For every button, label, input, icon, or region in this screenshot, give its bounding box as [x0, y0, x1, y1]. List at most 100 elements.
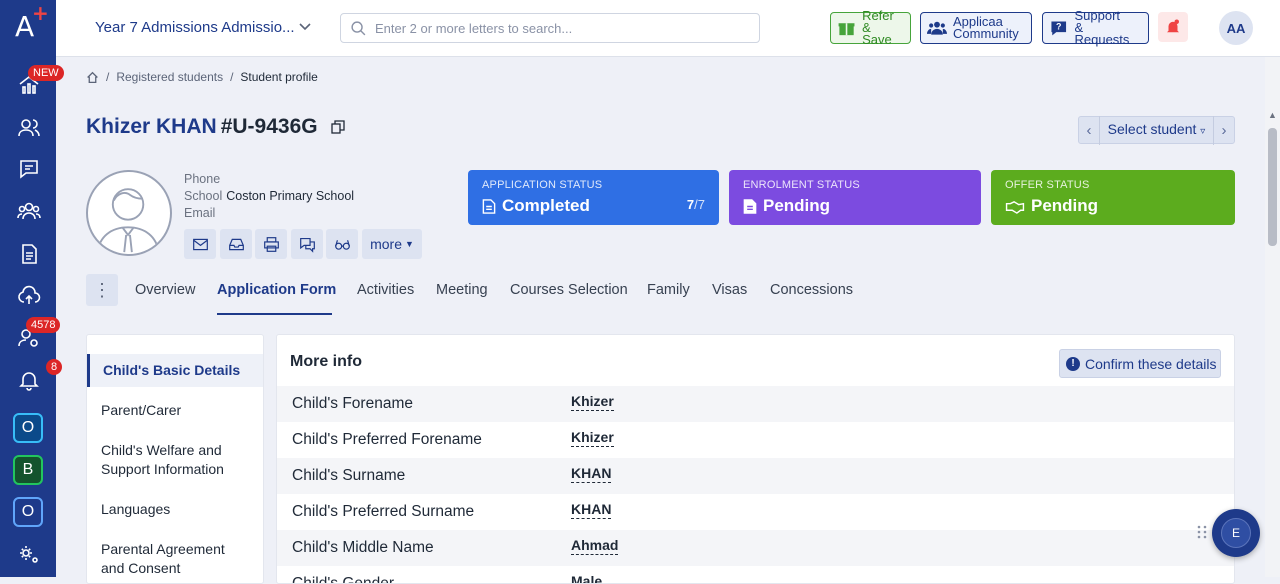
- support-button[interactable]: ? Support & Requests: [1042, 9, 1149, 46]
- tab-application-form[interactable]: Application Form: [217, 282, 336, 298]
- email-button[interactable]: [184, 229, 216, 259]
- application-progress-count: 7/7: [686, 197, 705, 212]
- document-icon: [743, 198, 757, 214]
- table-row: Child's Surname KHAN: [277, 458, 1234, 494]
- envelope-icon: [192, 238, 208, 250]
- community-icon: [927, 21, 947, 35]
- app-o2-icon[interactable]: O: [13, 497, 43, 527]
- tab-overview[interactable]: Overview: [135, 282, 195, 298]
- document-icon: [482, 198, 496, 214]
- tab-concessions[interactable]: Concessions: [770, 282, 853, 298]
- breadcrumb-registered-students[interactable]: Registered students: [116, 70, 223, 84]
- tab-meeting[interactable]: Meeting: [436, 282, 488, 298]
- section-welfare-support[interactable]: Child's Welfare and Support Information: [101, 441, 251, 479]
- drag-handle-icon[interactable]: [1196, 524, 1208, 540]
- tab-courses-selection[interactable]: Courses Selection: [510, 282, 628, 298]
- table-row: Child's Preferred Forename Khizer: [292, 429, 614, 448]
- chat-icon: [299, 237, 315, 253]
- printer-icon: [263, 236, 279, 252]
- tab-activities[interactable]: Activities: [357, 282, 414, 298]
- groups-icon[interactable]: [14, 196, 44, 226]
- confirm-details-button[interactable]: ! Confirm these details: [1059, 349, 1221, 378]
- app-o-icon[interactable]: O: [13, 413, 43, 443]
- select-student-dropdown[interactable]: Select student ▿: [1099, 115, 1214, 145]
- question-chat-icon: ?: [1051, 21, 1067, 36]
- school-value: Coston Primary School: [226, 189, 355, 203]
- caret-down-icon: ▼: [404, 239, 414, 249]
- offer-status-value: Pending: [1031, 196, 1099, 215]
- inbox-icon: [228, 238, 244, 250]
- search-icon: [351, 21, 366, 36]
- student-id: #U-9436G: [220, 115, 318, 138]
- messages-icon[interactable]: [14, 154, 44, 184]
- offer-status-card[interactable]: OFFER STATUS Pending: [991, 170, 1235, 225]
- student-navigator: ‹ Select student ▿ ›: [1078, 115, 1235, 145]
- app-b-icon[interactable]: B: [13, 455, 43, 485]
- breadcrumb: / Registered students / Student profile: [86, 70, 318, 84]
- section-languages[interactable]: Languages: [101, 500, 251, 519]
- email-label: Email: [184, 206, 216, 220]
- settings-icon[interactable]: [14, 540, 44, 570]
- document-icon[interactable]: [14, 239, 44, 269]
- enrolment-status-label: ENROLMENT STATUS: [743, 179, 860, 191]
- print-button[interactable]: [255, 229, 287, 259]
- sidebar: A + NEW 4578 8 O B O: [0, 0, 64, 577]
- student-name: Khizer KHAN: [86, 115, 217, 138]
- user-avatar[interactable]: AA: [1219, 11, 1253, 45]
- panel-title: More info: [290, 353, 362, 370]
- caret-down-icon: ▿: [1200, 125, 1206, 137]
- section-childs-basic-details[interactable]: Child's Basic Details: [103, 361, 253, 380]
- inbox-button[interactable]: [220, 229, 252, 259]
- form-details-panel: More info ! Confirm these details Child's…: [276, 334, 1235, 584]
- table-row: Child's Preferred Surname KHAN: [292, 501, 612, 520]
- dataset-selector[interactable]: Year 7 Admissions Admissio...: [95, 19, 295, 36]
- scrollbar-thumb[interactable]: [1268, 128, 1277, 246]
- form-sections-nav: Child's Basic Details Parent/Carer Child…: [86, 334, 264, 584]
- tab-visas[interactable]: Visas: [712, 282, 747, 298]
- breadcrumb-current: Student profile: [240, 70, 318, 84]
- page-title: Khizer KHAN #U-9436G: [86, 115, 318, 139]
- table-row: Child's Forename Khizer: [277, 386, 1234, 422]
- previous-student-button[interactable]: ‹: [1079, 122, 1099, 139]
- svg-text:?: ?: [1056, 22, 1061, 32]
- application-status-label: APPLICATION STATUS: [482, 179, 603, 191]
- bell-icon: [1167, 19, 1179, 33]
- exclamation-icon: !: [1066, 356, 1080, 371]
- active-tab-indicator: [217, 313, 332, 315]
- tab-family[interactable]: Family: [647, 282, 690, 298]
- kebab-menu-icon[interactable]: ⋮: [86, 274, 118, 306]
- cloud-upload-icon[interactable]: [14, 281, 44, 311]
- scroll-up-arrow[interactable]: ▲: [1268, 110, 1277, 120]
- chevron-down-icon[interactable]: [298, 20, 312, 34]
- notification-bell-button[interactable]: [1158, 12, 1188, 42]
- more-button[interactable]: more ▼: [362, 229, 422, 259]
- refer-save-button[interactable]: Refer & Save: [830, 9, 911, 46]
- student-photo-placeholder[interactable]: [86, 170, 172, 256]
- new-badge: NEW: [28, 65, 64, 81]
- home-icon[interactable]: [86, 71, 99, 84]
- offer-status-label: OFFER STATUS: [1005, 179, 1090, 191]
- section-parent-carer[interactable]: Parent/Carer: [101, 401, 251, 420]
- copy-icon[interactable]: [331, 120, 345, 134]
- assistant-fab-button[interactable]: E: [1212, 509, 1260, 557]
- chat-button[interactable]: [291, 229, 323, 259]
- bell-icon[interactable]: [14, 365, 44, 395]
- application-status-value: Completed: [502, 196, 590, 215]
- applicants-badge: 4578: [26, 317, 61, 333]
- view-button[interactable]: [326, 229, 358, 259]
- topbar: Year 7 Admissions Admissio... Enter 2 or…: [56, 0, 1280, 57]
- search-placeholder: Enter 2 or more letters to search...: [375, 21, 573, 36]
- phone-label: Phone: [184, 172, 221, 186]
- school-info: School Coston Primary School: [184, 189, 355, 203]
- applicaa-logo[interactable]: A +: [15, 1, 49, 44]
- table-row: Child's Middle Name Ahmad: [277, 530, 1234, 566]
- enrolment-status-value: Pending: [763, 196, 831, 215]
- enrolment-status-card[interactable]: ENROLMENT STATUS Pending: [729, 170, 981, 225]
- users-icon[interactable]: [14, 113, 44, 143]
- search-input[interactable]: Enter 2 or more letters to search...: [340, 13, 760, 43]
- table-row: Child's Gender Male: [277, 566, 1234, 583]
- community-button[interactable]: Applicaa Community: [920, 12, 1032, 44]
- next-student-button[interactable]: ›: [1214, 122, 1234, 139]
- application-status-card[interactable]: APPLICATION STATUS Completed 7/7: [468, 170, 719, 225]
- section-parental-agreement[interactable]: Parental Agreement and Consent: [101, 540, 251, 578]
